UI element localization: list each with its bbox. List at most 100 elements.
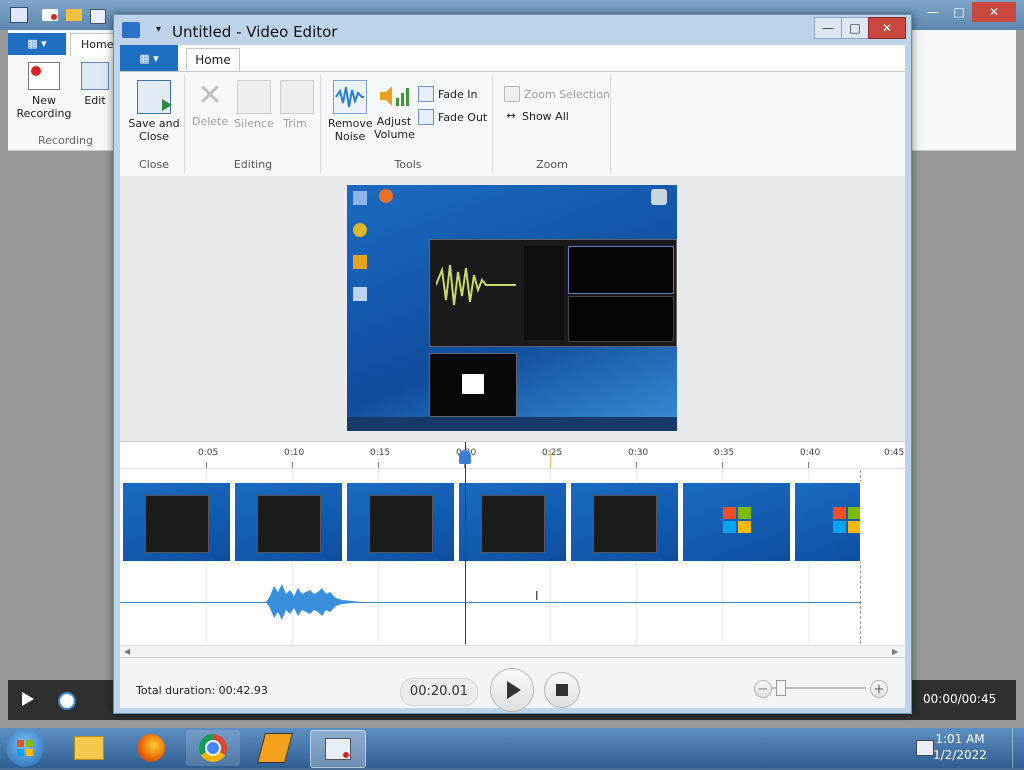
video-thumbnail [682,482,791,562]
close-button[interactable]: ✕ [868,17,906,39]
new-recording-button[interactable]: New Recording [16,62,72,120]
start-button[interactable] [6,729,44,767]
taskbar-recorder[interactable] [310,730,366,768]
taskbar-chrome[interactable] [186,730,240,766]
stop-button[interactable] [544,672,580,708]
preview-media-player [429,239,677,347]
zoom-slider-track[interactable] [772,687,866,689]
menu-icon: ▦ ▾ [139,51,159,65]
zoom-selection-button[interactable]: Zoom Selection [504,86,610,102]
show-all-label: Show All [522,109,569,123]
bg-play-icon[interactable] [22,692,34,706]
playhead-handle[interactable] [459,450,471,464]
bg-file-menu-button[interactable]: ▦ ▾ [8,33,66,55]
tick-label: 0:05 [198,448,219,458]
remove-noise-button[interactable]: Remove Noise [328,80,373,143]
bg-player-time: 00:00/00:45 [923,692,997,706]
firefox-icon [379,189,393,203]
playhead-line[interactable] [465,442,466,644]
file-menu-button[interactable]: ▦ ▾ [120,45,178,71]
save-close-label-2: Close [139,130,169,143]
bg-maximize-button[interactable]: □ [946,2,972,22]
edit-button[interactable]: Edit [78,62,112,107]
trim-label: Trim [283,117,307,130]
zoom-slider-handle[interactable] [776,680,786,696]
new-recording-label-1: New [32,94,56,107]
fade-in-icon [418,86,434,102]
taskbar-firefox[interactable] [124,730,178,766]
ribbon-separator [610,74,611,174]
waveform-icon [333,80,367,114]
total-duration: Total duration: 00:42.93 [136,684,268,697]
save-icon[interactable] [90,9,106,24]
ribbon-separator [184,74,185,174]
scroll-left-icon[interactable]: ◀ [124,647,130,656]
selection-marker [550,450,551,468]
taskbar-clock[interactable]: 1:01 AM 1/2/2022 [920,731,1000,763]
firefox-icon [137,734,165,762]
bg-minimize-button[interactable]: — [920,2,946,22]
tab-home[interactable]: Home [186,48,240,72]
remove-noise-label-2: Noise [334,130,366,143]
quick-access-dropdown-icon[interactable]: ▾ [156,24,161,35]
maximize-button[interactable]: □ [841,17,869,39]
delete-x-icon: ✕ [197,78,223,113]
play-button[interactable] [490,668,534,712]
adjust-volume-label-1: Adjust [376,115,412,128]
play-icon [507,681,521,699]
silence-icon [237,80,271,114]
edit-label: Edit [84,94,106,107]
silence-button[interactable]: Silence [234,80,274,130]
scroll-right-icon[interactable]: ▶ [892,647,898,656]
record-icon[interactable] [42,9,58,21]
audio-track-line [120,602,860,603]
group-label-close: Close [139,158,169,171]
tick-mark [722,462,723,468]
tick-label: 0:35 [714,448,735,458]
zoom-in-button[interactable]: + [870,680,888,698]
show-all-button[interactable]: ↔ Show All [504,109,569,123]
taskbar-explorer[interactable] [62,730,116,766]
tick-mark [808,462,809,468]
save-icon [137,80,172,114]
silence-label: Silence [234,117,274,130]
current-time: 00:20.01 [400,678,478,706]
delete-button[interactable]: ✕ Delete [192,78,228,129]
timeline[interactable]: 0:05 0:10 0:15 0:20 0:25 0:30 0:35 0:40 … [120,441,905,658]
zoom-out-button[interactable]: − [754,680,772,698]
trim-button[interactable]: Trim [280,80,314,130]
fade-in-button[interactable]: Fade In [418,86,478,102]
stop-icon [556,684,568,696]
zoom-selection-icon [504,86,520,102]
bg-seek-knob[interactable] [58,692,76,710]
film-icon [462,374,484,394]
save-and-close-button[interactable]: Save and Close [128,80,180,143]
adjust-volume-button[interactable]: Adjust Volume [374,80,415,141]
chrome-icon [199,734,227,762]
save-close-label-1: Save and [128,117,180,130]
video-thumbnail [346,482,455,562]
tick-label: 0:30 [628,448,649,458]
preview-taskbar [347,417,677,431]
fade-out-button[interactable]: Fade Out [418,109,487,125]
minimize-button[interactable]: — [814,17,842,39]
show-all-icon: ↔ [506,109,516,122]
video-preview [347,185,677,431]
show-desktop-button[interactable] [1012,728,1024,768]
screen-record-icon [28,62,60,90]
clock-time: 1:01 AM [935,732,985,746]
tick-mark [378,462,379,468]
folder-icon [74,736,104,760]
bg-close-button[interactable]: ✕ [972,2,1016,22]
windows-logo-icon [723,507,751,533]
preview-panel [568,296,674,342]
fade-out-label: Fade Out [438,110,488,124]
taskbar-winamp[interactable] [248,730,302,766]
preview-video-window [429,353,517,417]
group-label-tools: Tools [394,158,422,171]
folder-icon[interactable] [66,9,82,21]
adjust-volume-label-2: Volume [374,128,415,141]
app-icon [10,7,28,23]
group-label-recording: Recording [38,134,94,147]
tick-label: 0:25 [542,448,563,458]
